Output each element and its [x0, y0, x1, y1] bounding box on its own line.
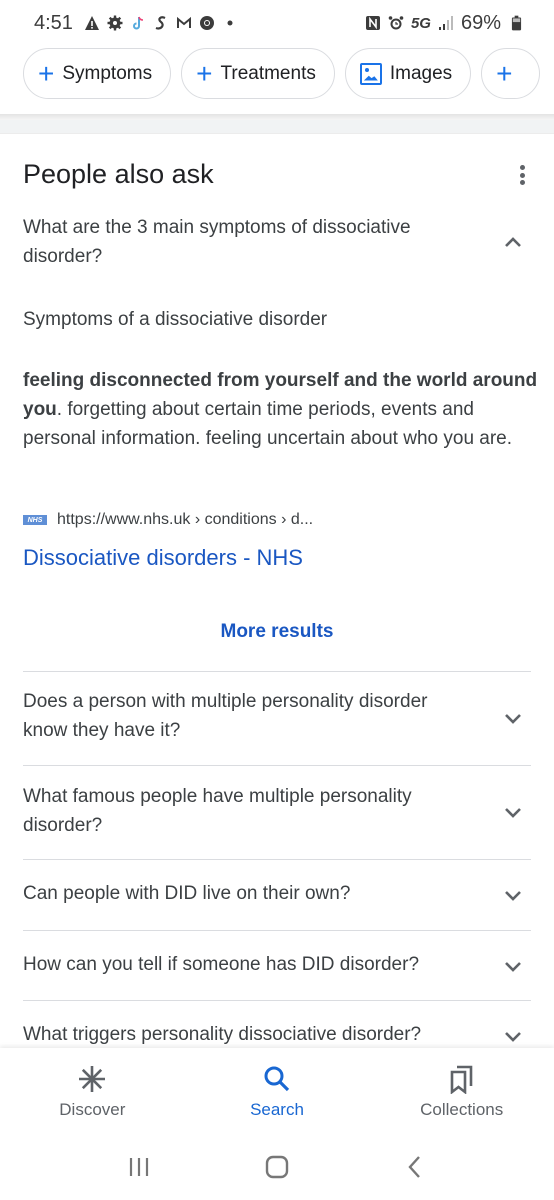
chevron-down-icon[interactable] [502, 884, 524, 906]
back-icon[interactable] [402, 1154, 428, 1180]
filter-chips: + Symptoms + Treatments Images + [0, 48, 554, 114]
plus-icon: + [196, 57, 213, 89]
divider [23, 930, 531, 931]
settings-icon [107, 15, 123, 31]
source-url: https://www.nhs.uk › conditions › d... [57, 511, 314, 528]
nhs-logo-icon: NHS [23, 515, 47, 525]
paa-title: People also ask [23, 159, 214, 189]
chip-images[interactable]: Images [344, 48, 472, 99]
chevron-down-icon[interactable] [502, 1025, 524, 1047]
search-icon [264, 1066, 290, 1092]
chevron-up-icon[interactable] [502, 231, 524, 253]
chip-label: Symptoms [62, 62, 153, 84]
collections-bookmark-icon [450, 1065, 472, 1094]
more-results-link[interactable]: More results [0, 621, 554, 643]
divider [23, 859, 531, 860]
battery-percent: 69% [460, 11, 501, 34]
recent-apps-icon[interactable] [126, 1154, 152, 1180]
divider [23, 671, 531, 672]
paa-question[interactable]: Does a person with multiple personality … [23, 687, 473, 745]
answer-text: . forgetting about certain time periods,… [23, 399, 513, 449]
nav-label: Collections [420, 1100, 504, 1119]
gmail-icon [176, 15, 192, 31]
nav-label: Discover [59, 1100, 126, 1119]
5g-icon: 5G [410, 14, 431, 32]
chip-more[interactable]: + [481, 48, 540, 99]
chevron-down-icon[interactable] [502, 707, 524, 729]
chrome-icon [199, 15, 215, 31]
chevron-down-icon[interactable] [502, 801, 524, 823]
divider [23, 1000, 531, 1001]
status-bar: 4:51 5G 69% [0, 0, 554, 46]
app-s-icon [153, 15, 169, 31]
discover-asterisk-icon [79, 1066, 106, 1092]
chip-symptoms[interactable]: + Symptoms [23, 48, 172, 99]
alarm-icon [388, 15, 404, 31]
nav-label: Search [250, 1100, 304, 1119]
image-icon [359, 62, 382, 85]
source-title-link[interactable]: Dissociative disorders - NHS [23, 545, 303, 571]
answer-body: feeling disconnected from yourself and t… [23, 366, 538, 453]
paa-question-expanded[interactable]: What are the 3 main symptoms of dissocia… [23, 213, 463, 271]
home-icon[interactable] [264, 1154, 290, 1180]
answer-heading: Symptoms of a dissociative disorder [23, 309, 328, 330]
more-options-icon[interactable] [512, 163, 532, 187]
chip-label: Images [389, 62, 453, 84]
chevron-down-icon[interactable] [502, 955, 524, 977]
source-citation: NHS https://www.nhs.uk › conditions › d.… [23, 511, 313, 529]
dot-icon [222, 15, 238, 31]
paa-question[interactable]: What famous people have multiple persona… [23, 782, 473, 840]
divider [23, 765, 531, 766]
plus-icon: + [496, 57, 513, 89]
tiktok-icon [130, 15, 146, 31]
paa-question[interactable]: How can you tell if someone has DID diso… [23, 950, 473, 979]
chip-label: Treatments [220, 62, 316, 84]
system-navigation [0, 1134, 554, 1200]
battery-icon [508, 15, 524, 31]
signal-icon [438, 15, 454, 31]
warning-icon [84, 15, 100, 31]
chip-treatments[interactable]: + Treatments [181, 48, 335, 99]
bottom-navigation: Discover Search Collections [0, 1048, 554, 1134]
paa-question[interactable]: Can people with DID live on their own? [23, 879, 473, 908]
plus-icon: + [38, 57, 55, 89]
nav-search[interactable]: Search [185, 1048, 370, 1134]
section-separator [0, 120, 554, 134]
nav-discover[interactable]: Discover [0, 1048, 185, 1134]
nav-collections[interactable]: Collections [369, 1048, 554, 1134]
nfc-icon [365, 15, 381, 31]
paa-question[interactable]: What triggers personality dissociative d… [23, 1020, 473, 1049]
status-time: 4:51 [34, 11, 73, 34]
